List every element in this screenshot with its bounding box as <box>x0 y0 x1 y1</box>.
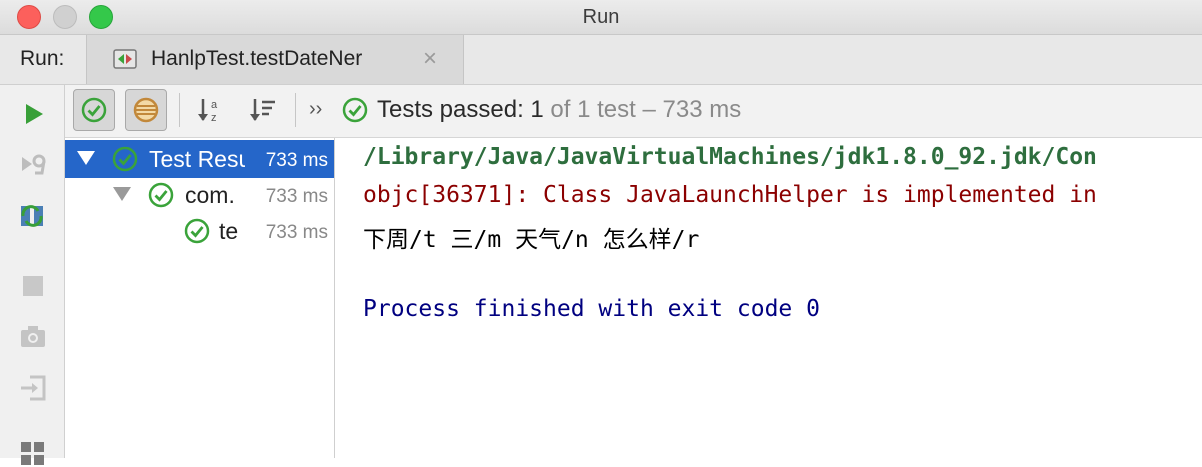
rerun-failed-icon[interactable] <box>18 149 48 179</box>
title-bar: Run <box>0 0 1202 35</box>
check-circle-icon <box>148 182 174 208</box>
run-tab-label: HanlpTest.testDateNer <box>151 47 363 70</box>
tree-row-test-method[interactable]: te 733 ms <box>65 212 334 250</box>
stop-icon[interactable] <box>18 271 48 301</box>
run-icon[interactable] <box>18 99 48 129</box>
check-circle-icon <box>112 146 138 172</box>
show-ignored-button[interactable] <box>125 89 167 131</box>
expand-triangle-icon[interactable] <box>77 151 95 165</box>
toolbar-separator <box>179 93 180 127</box>
tree-row-package[interactable]: com. 733 ms <box>65 176 334 214</box>
tree-row-label: Test Results <box>149 146 245 172</box>
ignored-tests-icon <box>133 97 159 123</box>
expand-triangle-icon[interactable] <box>113 187 131 201</box>
toggle-autotest-icon[interactable] <box>18 201 48 231</box>
test-tree: Test Results 733 ms com. 733 ms te 733 m… <box>65 138 335 458</box>
tree-row-duration: 733 ms <box>265 150 328 171</box>
tests-passed-text: Tests passed: 1 <box>377 96 544 123</box>
sort-by-duration-icon[interactable] <box>249 96 277 124</box>
test-status: Tests passed: 1 of 1 test – 733 ms <box>377 96 741 124</box>
layout-icon[interactable] <box>18 437 48 467</box>
svg-text:a: a <box>211 99 218 111</box>
camera-icon[interactable] <box>18 321 48 351</box>
more-actions-button[interactable]: ›› <box>309 98 322 121</box>
svg-text:z: z <box>211 112 217 124</box>
check-circle-icon <box>342 97 368 123</box>
close-tab-button[interactable]: × <box>423 45 437 73</box>
check-circle-icon <box>81 97 107 123</box>
run-tab-bar: Run: HanlpTest.testDateNer × <box>0 35 1202 85</box>
console-line-process-finished: Process finished with exit code 0 <box>363 296 820 322</box>
window-title: Run <box>582 6 620 28</box>
run-side-toolbar <box>0 85 65 465</box>
console-output[interactable]: /Library/Java/JavaVirtualMachines/jdk1.8… <box>335 138 1202 458</box>
sort-alphabetically-icon[interactable]: a z <box>197 96 225 124</box>
check-circle-icon <box>184 218 210 244</box>
tree-row-duration: 733 ms <box>265 186 328 207</box>
tree-row-duration: 733 ms <box>265 222 328 243</box>
console-line-objc-warning: objc[36371]: Class JavaLaunchHelper is i… <box>363 182 1097 208</box>
console-line-ner-output: 下周/t 三/m 天气/n 怎么样/r <box>363 227 700 253</box>
test-count-duration: of 1 test – 733 ms <box>543 96 742 123</box>
tree-row-label: te <box>219 218 239 244</box>
run-tab[interactable]: HanlpTest.testDateNer × <box>86 35 464 84</box>
show-passed-button[interactable] <box>73 89 115 131</box>
tree-row-label: com. <box>185 182 235 208</box>
toolbar-separator <box>295 93 296 127</box>
console-line-java-path: /Library/Java/JavaVirtualMachines/jdk1.8… <box>363 144 1097 170</box>
test-run-config-icon <box>113 49 137 69</box>
run-label: Run: <box>20 47 65 70</box>
import-icon[interactable] <box>18 373 48 403</box>
test-toolbar: a z ›› Tests passed: 1 of 1 test – 733 m… <box>65 85 1202 138</box>
tree-row-test-results[interactable]: Test Results 733 ms <box>65 140 334 178</box>
